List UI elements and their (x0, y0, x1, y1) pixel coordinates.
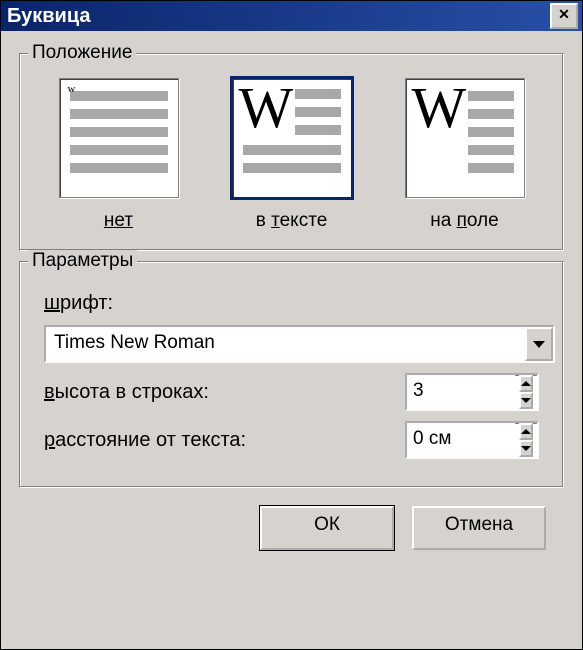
position-option-margin[interactable]: W на поле (405, 78, 525, 232)
cancel-button[interactable]: Отмена (412, 506, 546, 550)
chevron-up-icon (521, 429, 531, 434)
font-combobox[interactable]: Times New Roman (44, 325, 555, 363)
close-button[interactable]: ✕ (550, 3, 578, 29)
lines-spinner[interactable]: 3 (405, 373, 539, 411)
window-title: Буквица (7, 5, 91, 28)
thumb-intext-lines (243, 145, 341, 173)
group-parameters: Параметры шрифт: Times New Roman высота … (19, 261, 564, 488)
titlebar: Буквица ✕ (1, 1, 582, 31)
distance-spinner[interactable]: 0 см (405, 421, 539, 459)
chevron-down-icon (533, 341, 545, 348)
ok-button[interactable]: ОК (260, 506, 394, 550)
lines-spin-down[interactable] (519, 392, 533, 409)
chevron-down-icon (521, 446, 531, 451)
position-option-none[interactable]: w нет (59, 78, 179, 232)
position-options: w нет W (38, 74, 545, 232)
close-icon: ✕ (558, 6, 570, 22)
chevron-up-icon (521, 381, 531, 386)
thumb-intext-sidelines (295, 89, 341, 135)
thumb-none: w (59, 78, 179, 198)
lines-spin-up[interactable] (519, 375, 533, 392)
font-dropdown-button[interactable] (525, 327, 553, 361)
distance-spin-up[interactable] (519, 423, 533, 440)
distance-row: расстояние от текста: 0 см (44, 421, 539, 459)
position-option-none-label: нет (59, 210, 179, 232)
dialog-window: Буквица ✕ Положение w нет (0, 0, 583, 650)
dialog-body: Положение w нет W (1, 31, 582, 568)
thumb-none-lines (70, 91, 168, 173)
lines-row: высота в строках: 3 (44, 373, 539, 411)
position-option-intext-label: в тексте (232, 210, 352, 232)
thumb-margin-sidelines (468, 91, 514, 173)
thumb-intext: W (232, 78, 352, 198)
distance-label: расстояние от текста: (44, 429, 246, 452)
font-value: Times New Roman (46, 327, 525, 361)
thumb-margin-letter: W (412, 83, 467, 133)
distance-value: 0 см (407, 423, 515, 457)
lines-value: 3 (407, 375, 515, 409)
group-parameters-label: Параметры (28, 250, 137, 272)
distance-spin-down[interactable] (519, 440, 533, 457)
thumb-none-letter: w (68, 83, 76, 95)
font-row: шрифт: (44, 292, 539, 315)
group-position: Положение w нет W (19, 53, 564, 251)
group-position-label: Положение (28, 42, 136, 64)
position-option-margin-label: на поле (405, 210, 525, 232)
thumb-margin: W (405, 78, 525, 198)
chevron-down-icon (521, 398, 531, 403)
font-label: шрифт: (44, 292, 113, 315)
position-option-intext[interactable]: W в тексте (232, 78, 352, 232)
lines-label: высота в строках: (44, 381, 209, 404)
dialog-buttons: ОК Отмена (19, 488, 564, 550)
thumb-intext-letter: W (239, 83, 294, 133)
